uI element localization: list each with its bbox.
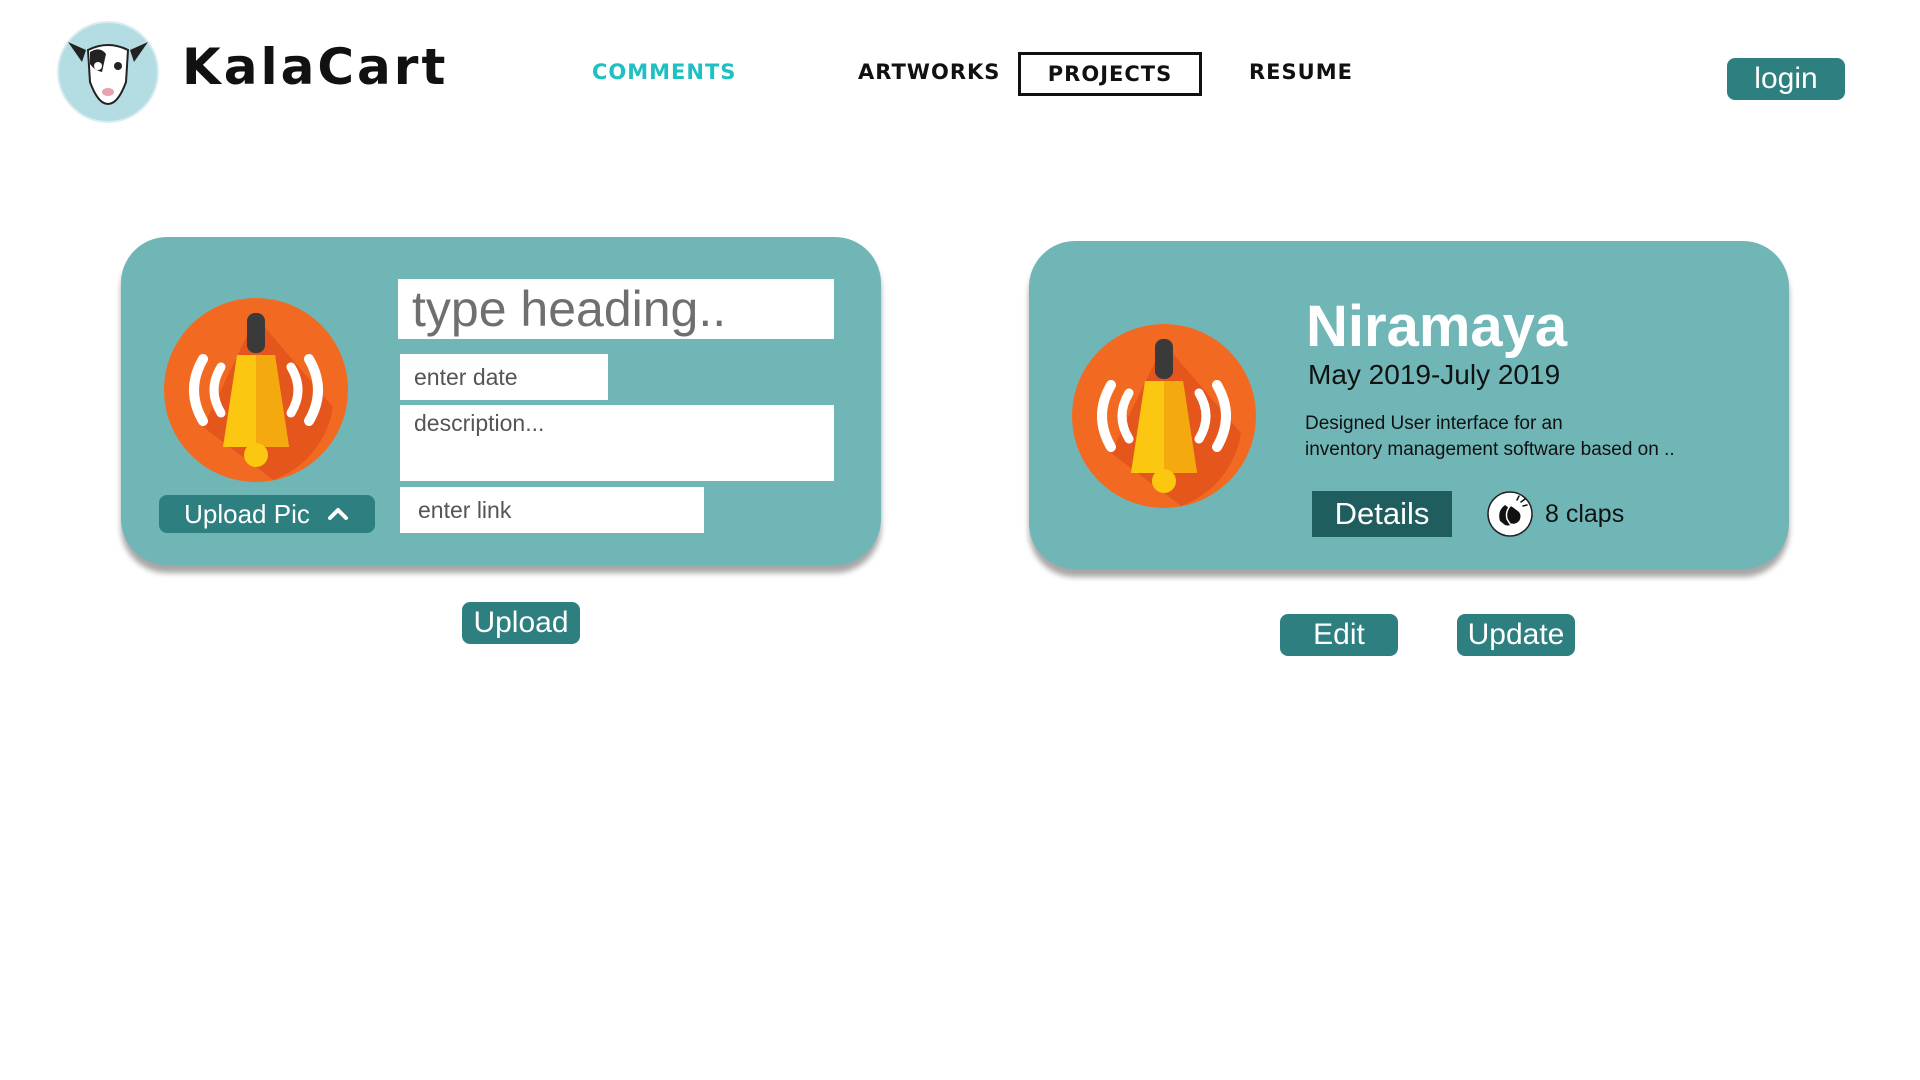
project-description-line: inventory management software based on .…	[1305, 439, 1675, 460]
project-date-range: May 2019-July 2019	[1308, 359, 1561, 390]
link-input[interactable]: enter link	[400, 487, 704, 533]
edit-button[interactable]: Edit	[1280, 614, 1398, 656]
alarm-bell-icon[interactable]	[163, 297, 349, 483]
brand-name: KalaCart	[182, 38, 449, 96]
goat-logo-icon[interactable]	[56, 20, 160, 124]
upload-pic-label: Upload Pic	[184, 498, 310, 529]
claps-count: 8 claps	[1545, 500, 1625, 528]
description-input[interactable]: description...	[400, 405, 834, 481]
nav-resume[interactable]: RESUME	[1249, 60, 1353, 84]
login-button[interactable]: login	[1727, 58, 1845, 100]
upload-pic-button[interactable]: Upload Pic	[159, 495, 375, 533]
project-description: Designed User interface for an inventory…	[1305, 411, 1745, 463]
clap-icon[interactable]	[1487, 491, 1533, 537]
upload-button[interactable]: Upload	[462, 602, 580, 644]
alarm-bell-icon	[1072, 324, 1256, 508]
nav-projects[interactable]: PROJECTS	[1018, 52, 1202, 96]
project-description-line: Designed User interface for an	[1305, 413, 1563, 434]
update-button[interactable]: Update	[1457, 614, 1575, 656]
project-card: Niramaya May 2019-July 2019 Designed Use…	[1029, 241, 1789, 569]
project-title: Niramaya	[1306, 294, 1568, 359]
nav-projects-label: PROJECTS	[1047, 62, 1173, 86]
nav-artworks[interactable]: ARTWORKS	[858, 60, 1000, 84]
details-button[interactable]: Details	[1312, 491, 1452, 537]
heading-input[interactable]: type heading..	[398, 279, 834, 339]
nav-comments[interactable]: COMMENTS	[592, 60, 736, 84]
date-input[interactable]: enter date	[400, 354, 608, 400]
project-editor-card: Upload Pic type heading.. enter date des…	[121, 237, 881, 565]
chevron-up-icon	[327, 508, 348, 520]
